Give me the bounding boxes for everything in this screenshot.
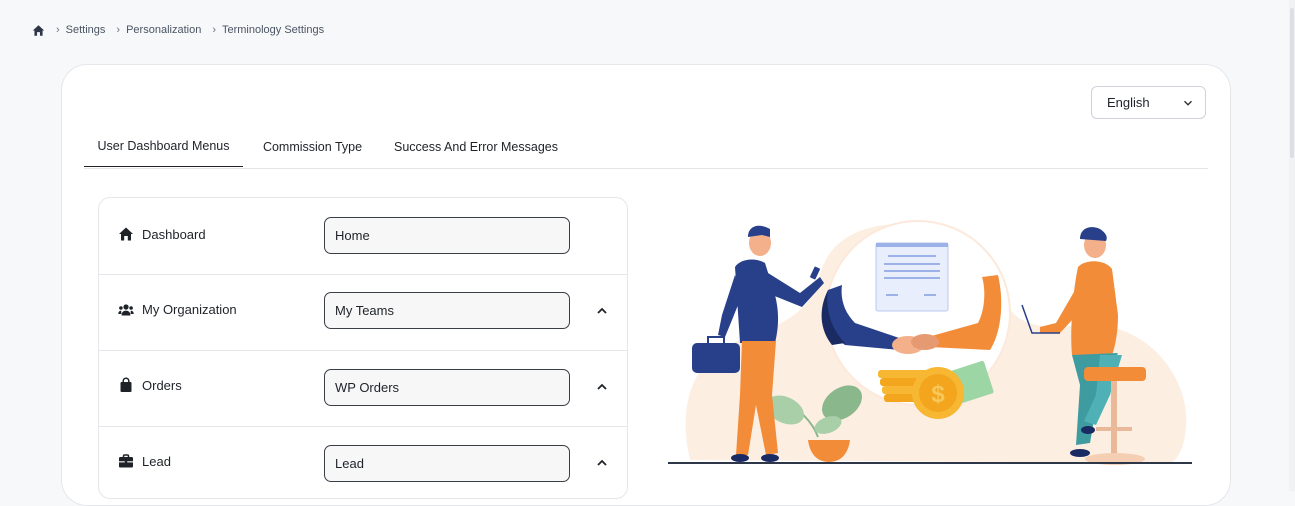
left-man-hair xyxy=(748,225,770,237)
menu-label-orders: Orders xyxy=(142,378,182,393)
breadcrumb-separator-icon: › xyxy=(56,24,60,36)
menu-label-dashboard: Dashboard xyxy=(142,227,206,242)
document-line xyxy=(884,263,940,265)
chevron-up-icon[interactable] xyxy=(596,457,608,469)
document-line xyxy=(888,255,936,257)
breadcrumb-settings[interactable]: Settings xyxy=(66,24,106,36)
home-icon[interactable] xyxy=(32,24,45,37)
right-man-hair xyxy=(1080,227,1107,241)
right-man-shoe xyxy=(1081,426,1095,434)
menu-row-my-organization: My Organization xyxy=(99,274,627,351)
menu-row-orders: Orders xyxy=(99,350,627,427)
left-man-shirt xyxy=(735,259,779,343)
stool-seat xyxy=(1084,367,1146,381)
breadcrumb: › Settings › Personalization › Terminolo… xyxy=(32,22,324,38)
document-signature xyxy=(924,294,936,296)
dollar-sign-icon: $ xyxy=(931,381,945,408)
language-select-value: English xyxy=(1107,95,1150,110)
orders-menu-input[interactable] xyxy=(324,369,570,406)
breadcrumb-personalization[interactable]: Personalization xyxy=(126,24,201,36)
right-man-shoe xyxy=(1070,449,1090,457)
tab-user-dashboard-menus[interactable]: User Dashboard Menus xyxy=(84,126,243,167)
breadcrumb-separator-icon: › xyxy=(212,24,216,36)
my-organization-menu-input[interactable] xyxy=(324,292,570,329)
briefcase xyxy=(692,343,740,373)
shopping-bag-icon xyxy=(120,377,132,392)
tab-success-and-error-messages[interactable]: Success And Error Messages xyxy=(382,126,570,167)
chevron-down-icon xyxy=(1184,100,1192,106)
breadcrumb-separator-icon: › xyxy=(116,24,121,36)
briefcase-handle xyxy=(707,336,725,343)
menu-list: Dashboard My Organization Orders xyxy=(98,197,628,499)
home-icon xyxy=(119,227,133,241)
stool-leg xyxy=(1111,381,1117,455)
page-scrollbar[interactable] xyxy=(1289,0,1295,491)
phone-icon xyxy=(810,266,820,280)
menu-row-dashboard: Dashboard xyxy=(99,198,627,275)
left-man-shoe xyxy=(731,454,749,462)
document-signature xyxy=(886,294,898,296)
menu-label-my-organization: My Organization xyxy=(142,302,237,317)
breadcrumb-terminology-settings: Terminology Settings xyxy=(221,24,325,36)
lead-menu-input[interactable] xyxy=(324,445,570,482)
chevron-up-icon[interactable] xyxy=(596,381,608,393)
language-select[interactable]: English xyxy=(1091,86,1206,119)
tab-bar: User Dashboard Menus Commission Type Suc… xyxy=(84,126,1208,169)
tab-commission-type[interactable]: Commission Type xyxy=(243,126,382,167)
ground-line xyxy=(668,462,1192,464)
handshake-illustration: $ xyxy=(668,220,1192,465)
left-man-shoe xyxy=(761,454,779,462)
briefcase-icon xyxy=(119,454,133,468)
users-icon xyxy=(118,304,134,316)
hand xyxy=(911,334,939,350)
chevron-up-icon[interactable] xyxy=(596,305,608,317)
dashboard-menu-input[interactable] xyxy=(324,217,570,254)
document-line xyxy=(884,277,940,279)
menu-row-lead: Lead xyxy=(99,426,627,498)
document-header xyxy=(876,243,948,247)
scrollbar-thumb[interactable] xyxy=(1290,8,1294,158)
stool-rung xyxy=(1096,427,1132,431)
document-line xyxy=(884,270,940,272)
menu-label-lead: Lead xyxy=(142,454,171,469)
